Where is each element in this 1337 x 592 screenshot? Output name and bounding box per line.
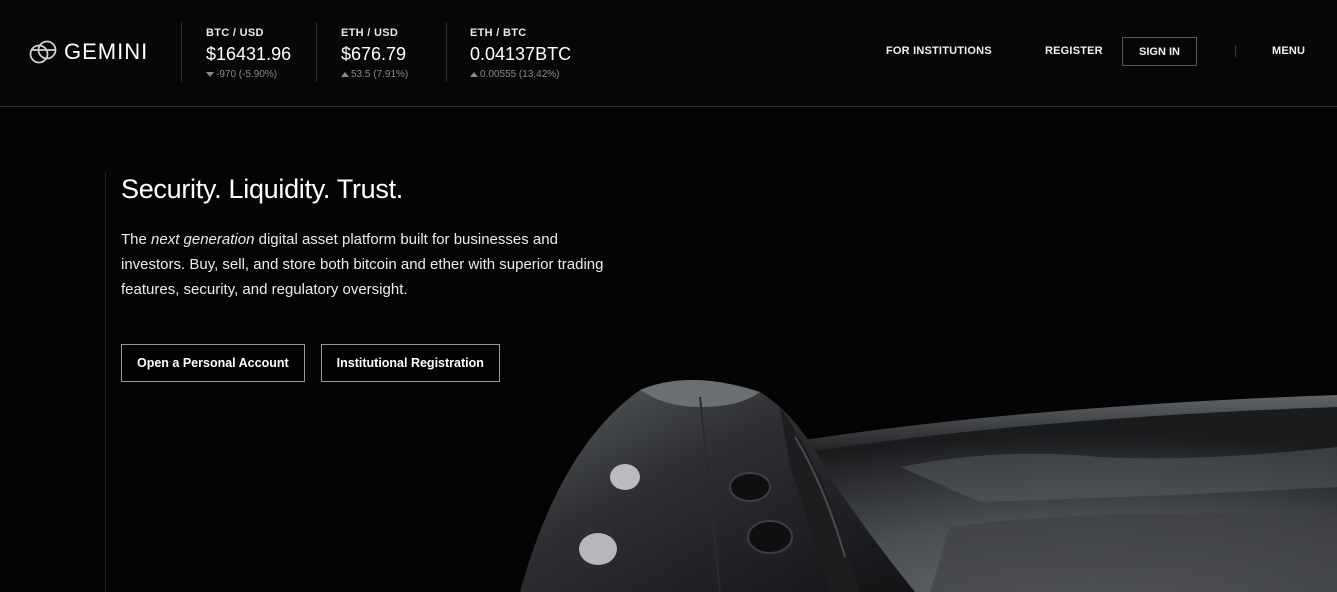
gemini-logo-icon: [29, 40, 57, 64]
hero-section: Security. Liquidity. Trust. The next gen…: [121, 174, 621, 382]
ticker-pair: ETH / BTC: [470, 27, 527, 39]
ticker-change: -970 (-5.90%): [206, 69, 291, 80]
sign-in-button[interactable]: SIGN IN: [1122, 37, 1197, 66]
hero-button-group: Open a Personal Account Institutional Re…: [121, 344, 500, 382]
ticker-eth-btc: ETH / BTC 0.04137BTC 0.00555 (13.42%): [470, 27, 571, 80]
up-triangle-icon: [341, 72, 349, 77]
open-personal-account-button[interactable]: Open a Personal Account: [121, 344, 305, 382]
ticker-price: 0.04137BTC: [470, 44, 572, 64]
down-triangle-icon: [206, 72, 214, 77]
divider: [1235, 45, 1236, 57]
nav-register-link[interactable]: REGISTER: [1045, 45, 1103, 57]
ticker-price: $676.79: [341, 44, 407, 64]
ticker-change: 0.00555 (13.42%): [470, 69, 571, 80]
divider: [316, 22, 317, 82]
ticker-price: $16431.96: [206, 44, 292, 64]
brand-logo[interactable]: GEMINI: [28, 39, 148, 65]
ticker-eth-usd: ETH / USD $676.79 53.5 (7.91%): [341, 27, 408, 80]
ticker-btc-usd: BTC / USD $16431.96 -970 (-5.90%): [206, 27, 291, 80]
nav-for-institutions-link[interactable]: FOR INSTITUTIONS: [886, 45, 992, 57]
brand-name: GEMINI: [64, 39, 149, 64]
institutional-registration-button[interactable]: Institutional Registration: [320, 344, 500, 382]
ticker-change-value: 0.00555 (13.42%): [480, 69, 560, 80]
ticker-pair: ETH / USD: [341, 27, 399, 39]
divider: [181, 22, 182, 82]
ticker-pair: BTC / USD: [206, 27, 264, 39]
top-navigation-bar: GEMINI BTC / USD $16431.96 -970 (-5.90%)…: [0, 0, 1337, 107]
hero-headline: Security. Liquidity. Trust.: [121, 174, 404, 204]
hero-description-emphasis: next generation: [151, 231, 255, 248]
up-triangle-icon: [470, 72, 478, 77]
hero-description: The next generation digital asset platfo…: [121, 227, 621, 302]
hero-description-prefix: The: [121, 231, 152, 248]
ticker-change-value: 53.5 (7.91%): [351, 69, 409, 80]
ticker-change: 53.5 (7.91%): [341, 69, 408, 80]
menu-button[interactable]: MENU: [1272, 45, 1305, 57]
divider: [446, 22, 447, 82]
ticker-change-value: -970 (-5.90%): [216, 69, 278, 80]
hero-left-rule: [105, 172, 106, 592]
